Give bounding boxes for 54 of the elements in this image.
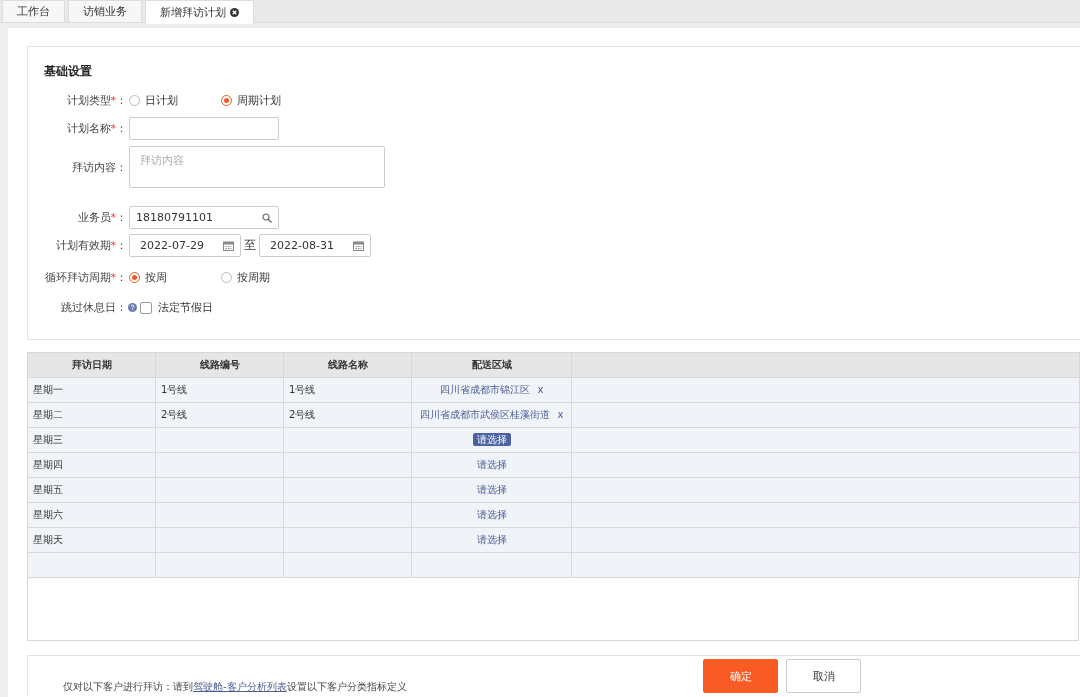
table-cell: 星期天 (27, 527, 156, 553)
select-link[interactable]: 请选择 (472, 458, 511, 471)
column-header: 线路名称 (283, 352, 412, 378)
date-field[interactable]: 2022-08-31 (259, 234, 371, 257)
table-cell: 2号线 (283, 402, 412, 428)
field-label: 循环拜访周期*： (44, 270, 127, 285)
select-link[interactable]: 请选择 (472, 533, 511, 546)
region-text: 四川省成都市武侯区桂溪街道 (419, 409, 550, 420)
field-label: 计划类型*： (65, 93, 127, 108)
remove-button[interactable]: x (537, 384, 544, 395)
column-header: 线路编号 (155, 352, 284, 378)
region-text: 四川省成都市锦江区 (439, 384, 530, 395)
table-cell: 1号线 (155, 377, 284, 403)
calendar-icon[interactable] (353, 240, 364, 251)
radio-label: 周期计划 (237, 93, 281, 108)
field-label: 计划名称*： (65, 121, 127, 136)
help-icon[interactable] (128, 303, 137, 312)
search-field[interactable]: 18180791101 (129, 206, 279, 229)
radio-label: 日计划 (145, 93, 178, 108)
select-link[interactable]: 请选择 (472, 483, 511, 496)
field-label: 计划有效期*： (54, 238, 127, 253)
table-cell: 星期一 (27, 377, 156, 403)
separator-text: 至 (244, 237, 256, 254)
select-link[interactable]: 请选择 (472, 433, 511, 446)
calendar-icon[interactable] (223, 240, 234, 251)
search-icon[interactable] (262, 212, 272, 223)
column-header: 配送区域 (411, 352, 572, 378)
note-text: 仅对以下客户进行拜访：请到驾驶舱-客户分析列表设置以下客户分类指标定义 (63, 680, 407, 694)
table-cell: 星期三 (27, 427, 156, 453)
table-cell: 星期六 (27, 502, 156, 528)
date-field[interactable]: 2022-07-29 (129, 234, 241, 257)
checkbox-label: 法定节假日 (158, 300, 213, 315)
table-cell: 星期二 (27, 402, 156, 428)
table-cell: 星期四 (27, 452, 156, 478)
remove-button[interactable]: x (557, 409, 564, 420)
tab[interactable]: 新增拜访计划 (145, 0, 254, 24)
field-label: 拜访内容： (71, 159, 127, 175)
tab[interactable]: 工作台 (2, 0, 65, 22)
table-cell: 2号线 (155, 402, 284, 428)
close-icon[interactable] (230, 8, 239, 17)
cancel-button[interactable]: 取消 (786, 659, 861, 693)
text-field[interactable] (129, 117, 279, 140)
field-label: 业务员*： (76, 210, 127, 225)
select-link[interactable]: 请选择 (472, 508, 511, 521)
section-title: 基础设置 (44, 63, 93, 80)
analysis-link[interactable]: 驾驶舱-客户分析列表 (193, 681, 287, 692)
field-label: 跳过休息日： (60, 300, 127, 315)
table-cell: 1号线 (283, 377, 412, 403)
table-cell: 星期五 (27, 477, 156, 503)
radio-label: 按周期 (237, 270, 270, 285)
radio-label: 按周 (145, 270, 167, 285)
column-header: 拜访日期 (27, 352, 156, 378)
tab[interactable]: 访销业务 (68, 0, 142, 22)
checkbox[interactable] (140, 301, 152, 314)
